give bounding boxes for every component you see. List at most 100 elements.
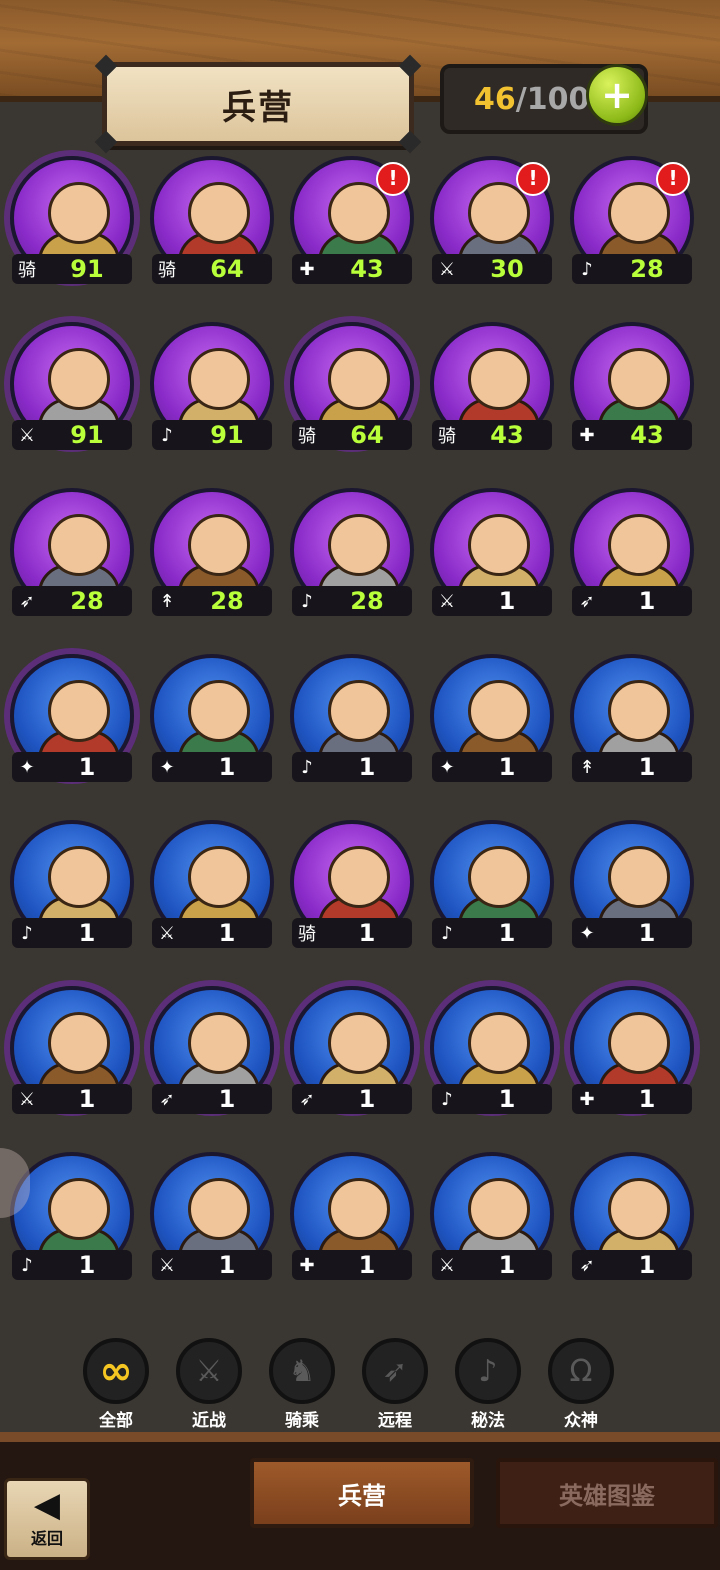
unit-class-icon: ♪: [581, 258, 593, 280]
unit-figure-head: [608, 348, 670, 410]
unit-figure-head: [188, 846, 250, 908]
unit-level: 1: [498, 753, 516, 781]
filter-label: 近战: [192, 1411, 226, 1431]
tab-barracks[interactable]: 兵营: [250, 1458, 474, 1528]
unit-badge: ⚔ 1: [12, 1084, 132, 1114]
unit-class-icon: 骑: [438, 426, 456, 447]
unit-class-icon: ➶: [159, 1088, 175, 1110]
unit-level: 28: [210, 587, 244, 615]
filter-button[interactable]: ∞ 全部: [76, 1338, 156, 1431]
unit-card[interactable]: ♪ 28: [282, 482, 422, 632]
unit-card[interactable]: ➶ 28: [2, 482, 142, 632]
unit-class-icon: ✚: [299, 1254, 315, 1276]
unit-card[interactable]: ✚ 1: [562, 980, 702, 1130]
unit-class-icon: ♪: [161, 424, 173, 446]
unit-figure-head: [48, 1178, 110, 1240]
unit-level: 1: [218, 1085, 236, 1113]
unit-card[interactable]: 骑 43: [422, 316, 562, 466]
unit-card[interactable]: ➶ 1: [142, 980, 282, 1130]
troop-max: 100: [526, 81, 590, 117]
unit-level: 1: [358, 919, 376, 947]
unit-card[interactable]: 骑1: [282, 814, 422, 964]
unit-badge: ⚔ 1: [432, 1250, 552, 1280]
unit-card[interactable]: ↟ 1: [562, 648, 702, 798]
unit-level: 1: [358, 1251, 376, 1279]
unit-card[interactable]: ⚔ 91: [2, 316, 142, 466]
unit-card[interactable]: ✚ 43: [562, 316, 702, 466]
unit-level: 1: [498, 1251, 516, 1279]
unit-level: 1: [638, 753, 656, 781]
unit-card[interactable]: ✦ 1: [422, 648, 562, 798]
add-capacity-button[interactable]: +: [586, 64, 648, 126]
unit-class-icon: ✚: [579, 424, 595, 446]
unit-card[interactable]: ➶ 1: [282, 980, 422, 1130]
unit-badge: ♪ 1: [432, 918, 552, 948]
unit-class-icon: ♪: [441, 922, 453, 944]
unit-level: 1: [358, 753, 376, 781]
unit-level: 91: [70, 255, 104, 283]
unit-class-icon: ⚔: [158, 1254, 176, 1276]
unit-badge: ♪ 28: [292, 586, 412, 616]
unit-figure-head: [328, 514, 390, 576]
unit-card[interactable]: 骑 64: [142, 150, 282, 300]
unit-level: 1: [498, 919, 516, 947]
filter-button[interactable]: ♞ 骑乘: [262, 1338, 342, 1431]
unit-class-icon: ➶: [19, 590, 35, 612]
unit-badge: ➶ 28: [12, 586, 132, 616]
unit-badge: ⚔ 30: [432, 254, 552, 284]
unit-class-icon: 骑: [18, 260, 36, 281]
unit-card[interactable]: ♪ 1: [422, 814, 562, 964]
unit-card[interactable]: ⚔ 1: [422, 1146, 562, 1296]
unit-badge: ↟ 28: [152, 586, 272, 616]
unit-badge: ⚔ 1: [152, 918, 272, 948]
unit-card[interactable]: ↟ 28: [142, 482, 282, 632]
filter-button[interactable]: ♪ 秘法: [448, 1338, 528, 1431]
unit-badge: ➶ 1: [572, 586, 692, 616]
unit-level: 43: [490, 421, 524, 449]
unit-card[interactable]: ♪ 1: [2, 814, 142, 964]
unit-card[interactable]: ➶ 1: [562, 482, 702, 632]
unit-card[interactable]: ⚔ 1: [142, 1146, 282, 1296]
unit-card[interactable]: ♪ 28!: [562, 150, 702, 300]
filter-button[interactable]: ⚔ 近战: [169, 1338, 249, 1431]
unit-badge: ↟ 1: [572, 752, 692, 782]
unit-card[interactable]: ♪ 1: [282, 648, 422, 798]
unit-card[interactable]: ✚ 43!: [282, 150, 422, 300]
unit-figure-head: [608, 514, 670, 576]
unit-figure-head: [468, 348, 530, 410]
unit-card[interactable]: ✦ 1: [142, 648, 282, 798]
unit-card[interactable]: ➶ 1: [562, 1146, 702, 1296]
unit-level: 1: [638, 919, 656, 947]
unit-level: 1: [358, 1085, 376, 1113]
filter-button[interactable]: Ω 众神: [541, 1338, 621, 1431]
unit-figure-head: [608, 846, 670, 908]
unit-figure-head: [468, 1178, 530, 1240]
unit-card[interactable]: ♪ 91: [142, 316, 282, 466]
unit-card[interactable]: ⚔ 1: [2, 980, 142, 1130]
tab-hero-codex[interactable]: 英雄图鉴: [496, 1458, 718, 1528]
unit-card[interactable]: ⚔ 30!: [422, 150, 562, 300]
unit-card[interactable]: ✦ 1: [562, 814, 702, 964]
unit-class-icon: ✦: [439, 756, 455, 778]
unit-card[interactable]: ✦ 1: [2, 648, 142, 798]
filter-icon: ♪: [455, 1338, 521, 1404]
filter-icon: ♞: [269, 1338, 335, 1404]
unit-figure-head: [188, 680, 250, 742]
unit-card[interactable]: ⚔ 1: [142, 814, 282, 964]
unit-card[interactable]: 骑 64: [282, 316, 422, 466]
unit-card[interactable]: ♪ 1: [422, 980, 562, 1130]
unit-badge: ✦ 1: [12, 752, 132, 782]
unit-class-icon: 骑: [298, 924, 316, 945]
unit-badge: ✚ 1: [572, 1084, 692, 1114]
unit-card[interactable]: ✚ 1: [282, 1146, 422, 1296]
unit-badge: ➶ 1: [292, 1084, 412, 1114]
unit-class-icon: ➶: [579, 590, 595, 612]
unit-level: 64: [350, 421, 384, 449]
unit-card[interactable]: 骑 91: [2, 150, 142, 300]
unit-class-icon: ⚔: [18, 1088, 36, 1110]
unit-card[interactable]: ⚔ 1: [422, 482, 562, 632]
unit-class-icon: ➶: [299, 1088, 315, 1110]
filter-button[interactable]: ➶ 远程: [355, 1338, 435, 1431]
filter-label: 众神: [564, 1411, 598, 1431]
back-button[interactable]: ◀ 返回: [4, 1478, 90, 1560]
